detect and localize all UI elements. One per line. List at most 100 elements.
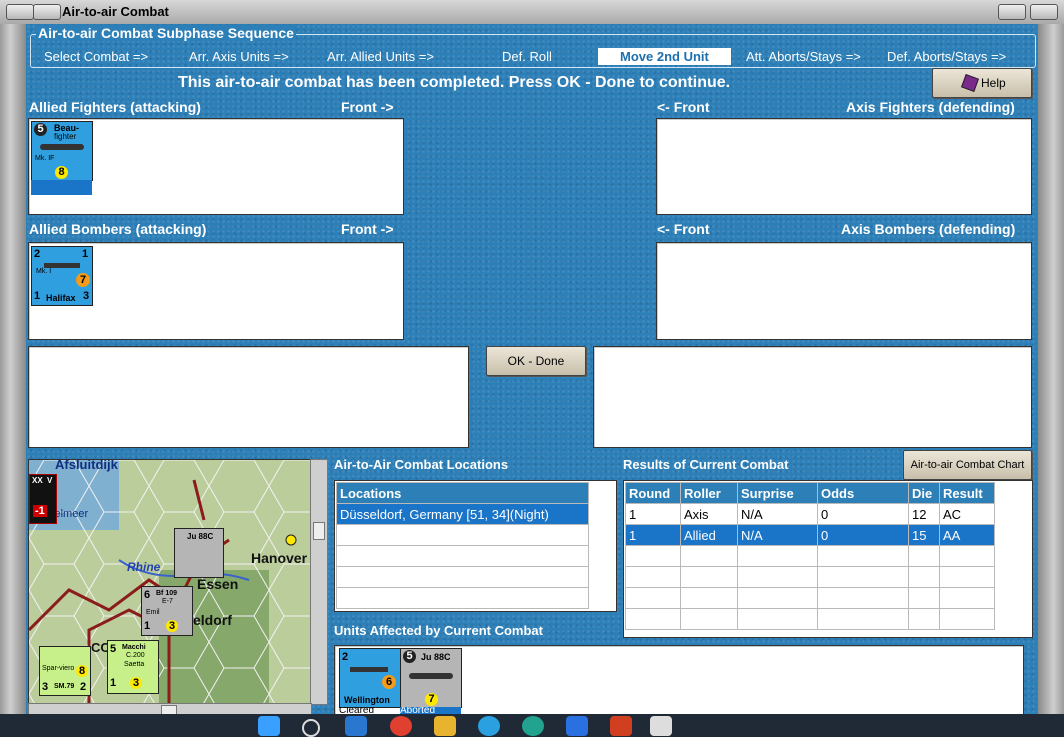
allied-fighters-front: Front -> <box>341 99 394 115</box>
beaufighter-counter[interactable]: 5 Beau- fighter Mk. IF 8 <box>31 121 93 181</box>
active-app-icon[interactable] <box>650 716 672 736</box>
game-icon[interactable] <box>610 716 632 736</box>
cell-odds: 0 <box>817 524 909 546</box>
cell-roller: Axis <box>680 503 738 525</box>
counter-tl: 2 <box>342 651 349 663</box>
minimize-button[interactable] <box>33 4 61 20</box>
counter-sub: Saetta <box>124 661 145 668</box>
table-row[interactable]: 1 Allied N/A 0 15 AA <box>625 524 995 546</box>
cell-surprise: N/A <box>737 503 818 525</box>
step-att-aborts: Att. Aborts/Stays => <box>746 49 861 64</box>
allied-fighters-title: Allied Fighters (attacking) <box>29 99 201 115</box>
maximize-button[interactable] <box>998 4 1026 20</box>
counter-bl: 1 <box>110 677 117 689</box>
allied-bombers-front: Front -> <box>341 221 394 237</box>
location-row[interactable] <box>336 587 589 609</box>
axis-bombers-title: Axis Bombers (defending) <box>841 221 1016 237</box>
location-row[interactable] <box>336 524 589 546</box>
scroll-thumb[interactable] <box>313 522 325 540</box>
col-round: Round <box>625 482 681 504</box>
app-icon[interactable] <box>345 716 367 736</box>
window-frame-right <box>1038 24 1064 714</box>
counter-name: Spar-viero <box>42 665 75 672</box>
plane-icon <box>40 144 84 150</box>
step-move-2nd-unit: Move 2nd Unit <box>598 48 731 65</box>
counter-rating: 8 <box>76 665 88 677</box>
location-row[interactable] <box>336 566 589 588</box>
axis-bombers-box[interactable] <box>656 242 1032 340</box>
counter-model: C.200 <box>126 652 145 659</box>
counter-name: Macchi <box>122 644 146 651</box>
location-row[interactable]: Düsseldorf, Germany [51, 34](Night) <box>336 503 589 525</box>
counter-model: SM.79 <box>54 683 75 690</box>
search-icon[interactable] <box>302 719 320 737</box>
cell-result: AA <box>939 524 995 546</box>
map-bf109-counter[interactable]: 6 Bf 109 E-7 Emil 1 3 <box>141 586 193 636</box>
table-row[interactable] <box>625 566 995 588</box>
results-panel: Round Roller Surprise Odds Die Result 1 … <box>623 480 1033 638</box>
map-label-afsluitdijk: Afsluitdijk <box>55 459 118 472</box>
allied-result-box <box>28 346 469 448</box>
affected-heading: Units Affected by Current Combat <box>334 623 543 638</box>
col-surprise: Surprise <box>737 482 818 504</box>
counter-model: Mk. I <box>36 268 52 275</box>
step-arr-axis: Arr. Axis Units => <box>189 49 289 64</box>
halifax-counter[interactable]: 2 1 Mk. I 7 1 Halifax 3 <box>31 246 93 306</box>
counter-rating: 7 <box>76 273 90 287</box>
sequence-title: Air-to-air Combat Subphase Sequence <box>36 25 296 41</box>
close-button[interactable] <box>1030 4 1058 20</box>
location-cell: Düsseldorf, Germany [51, 34](Night) <box>336 503 589 525</box>
counter-bl: 1 <box>34 290 41 302</box>
map-label-hanover: Hanover <box>251 550 308 566</box>
table-row[interactable] <box>625 587 995 609</box>
folder-icon[interactable] <box>434 716 456 736</box>
col-odds: Odds <box>817 482 909 504</box>
plane-icon <box>409 673 453 679</box>
counter-name: Ju 88C <box>421 652 451 662</box>
counter-name: Bf 109 <box>156 590 178 597</box>
map-vertical-scrollbar[interactable] <box>310 459 328 705</box>
wellington-counter[interactable]: 2 6 Wellington <box>339 648 401 708</box>
axis-fighters-box[interactable] <box>656 118 1032 215</box>
counter-name2: fighter <box>54 132 77 141</box>
allied-bombers-title: Allied Bombers (attacking) <box>29 221 207 237</box>
air-combat-chart-button[interactable]: Air-to-air Combat Chart <box>903 450 1032 480</box>
table-row[interactable] <box>625 545 995 567</box>
counter-top-value: 5 <box>403 650 416 663</box>
ok-done-button[interactable]: OK - Done <box>486 346 586 376</box>
status-message: This air-to-air combat has been complete… <box>178 74 731 91</box>
edge-icon[interactable] <box>522 716 544 736</box>
bomber-icon <box>350 667 388 672</box>
col-result: Result <box>939 482 995 504</box>
location-row[interactable] <box>336 545 589 567</box>
map-view[interactable]: Afsluitdijk selmeer Rhine Essen Hanover … <box>28 459 312 705</box>
system-menu-button[interactable] <box>6 4 34 20</box>
counter-name: Wellington <box>344 695 390 705</box>
counter-name: Halifax <box>46 293 76 303</box>
help-button[interactable]: Help <box>932 68 1032 98</box>
step-arr-allied: Arr. Allied Units => <box>327 49 434 64</box>
table-row[interactable] <box>625 608 995 630</box>
counter-selection-bar <box>31 180 92 195</box>
chrome-icon[interactable] <box>390 716 412 736</box>
map-sm79-counter[interactable]: Spar-viero 8 3 SM.79 2 <box>39 646 91 696</box>
cell-roller: Allied <box>680 524 738 546</box>
cell-odds: 0 <box>817 503 909 525</box>
help-app-icon[interactable] <box>478 716 500 736</box>
table-row[interactable]: 1 Axis N/A 0 12 AC <box>625 503 995 525</box>
cell-die: 15 <box>908 524 940 546</box>
axis-bombers-front: <- Front <box>657 221 710 237</box>
ju88c-counter[interactable]: 5 Ju 88C 7 <box>400 648 462 708</box>
col-roller: Roller <box>680 482 738 504</box>
corner-a: XX <box>32 476 43 485</box>
map-macchi-counter[interactable]: 5 Macchi C.200 Saetta 1 3 <box>107 640 159 694</box>
app-icon-2[interactable] <box>566 716 588 736</box>
axis-fighters-front: <- Front <box>657 99 710 115</box>
map-ju88c-counter[interactable]: Ju 88C <box>174 528 224 578</box>
ground-unit-counter[interactable]: XX V -1 <box>29 474 57 524</box>
start-icon[interactable] <box>258 716 280 736</box>
step-def-aborts: Def. Aborts/Stays => <box>887 49 1007 64</box>
counter-bl: 1 <box>144 620 151 632</box>
book-icon <box>961 74 979 92</box>
counter-rating: 3 <box>130 677 142 689</box>
